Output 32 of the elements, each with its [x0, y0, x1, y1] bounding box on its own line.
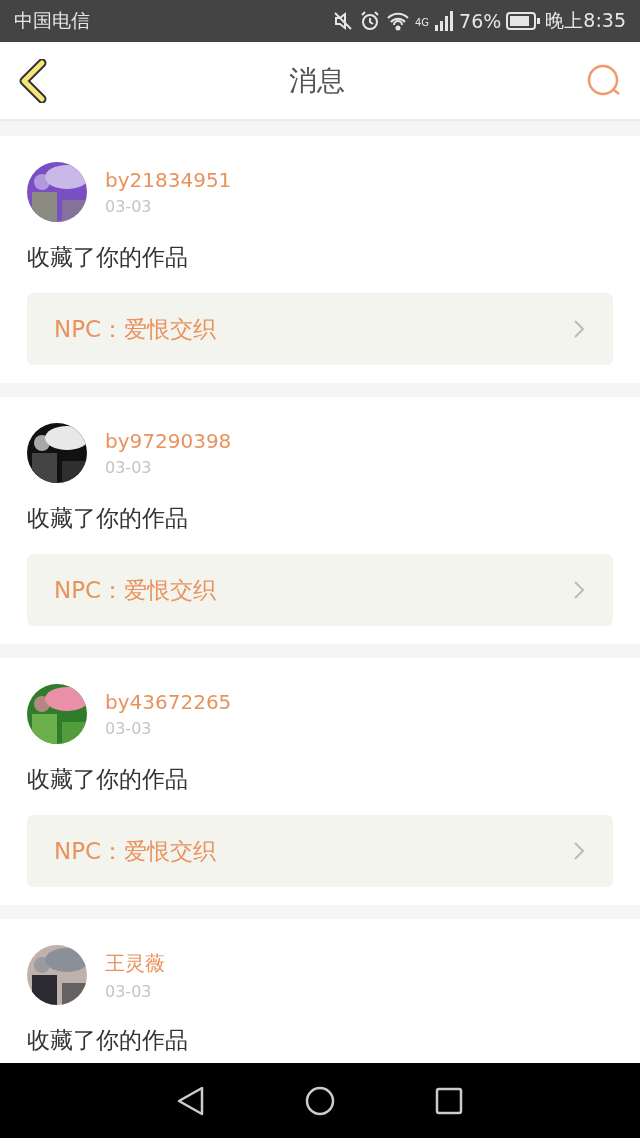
- home-nav-icon[interactable]: [305, 1085, 335, 1116]
- back-button[interactable]: [18, 58, 48, 103]
- user-name[interactable]: by97290398: [105, 429, 232, 453]
- battery-icon: [506, 12, 541, 30]
- chevron-icon: [573, 580, 585, 600]
- message-text: 收藏了你的作品: [27, 504, 189, 533]
- message-text: 收藏了你的作品: [27, 243, 189, 272]
- mute-icon: [331, 10, 354, 32]
- carrier-name: 中国电信: [14, 8, 90, 33]
- back-nav-icon[interactable]: [177, 1085, 205, 1116]
- network-label: 4G: [414, 17, 430, 28]
- recents-nav-icon[interactable]: [435, 1086, 463, 1115]
- work-link[interactable]: NPC：爱恨交织: [27, 554, 613, 626]
- clock-time: 晚上8:35: [545, 8, 626, 33]
- back-icon: [18, 58, 48, 103]
- message-date: 03-03: [105, 981, 153, 1001]
- message-date: 03-03: [105, 197, 153, 216]
- user-name[interactable]: by43672265: [105, 690, 232, 714]
- work-link[interactable]: NPC：爱恨交织: [27, 293, 613, 365]
- wifi-icon: [385, 11, 410, 31]
- signal-icon: [434, 11, 455, 31]
- user-name[interactable]: by21834951: [105, 168, 232, 192]
- message-date: 03-03: [105, 458, 153, 477]
- user-name[interactable]: 王灵薇: [105, 949, 165, 977]
- message-text: 收藏了你的作品: [27, 1026, 189, 1055]
- battery-percent: 76%: [459, 10, 502, 32]
- page-title: 消息: [289, 62, 345, 99]
- work-link[interactable]: NPC：爱恨交织: [27, 815, 613, 887]
- message-date: 03-03: [105, 719, 153, 738]
- chevron-icon: [573, 319, 585, 339]
- chevron-icon: [573, 841, 585, 861]
- message-text: 收藏了你的作品: [27, 765, 189, 794]
